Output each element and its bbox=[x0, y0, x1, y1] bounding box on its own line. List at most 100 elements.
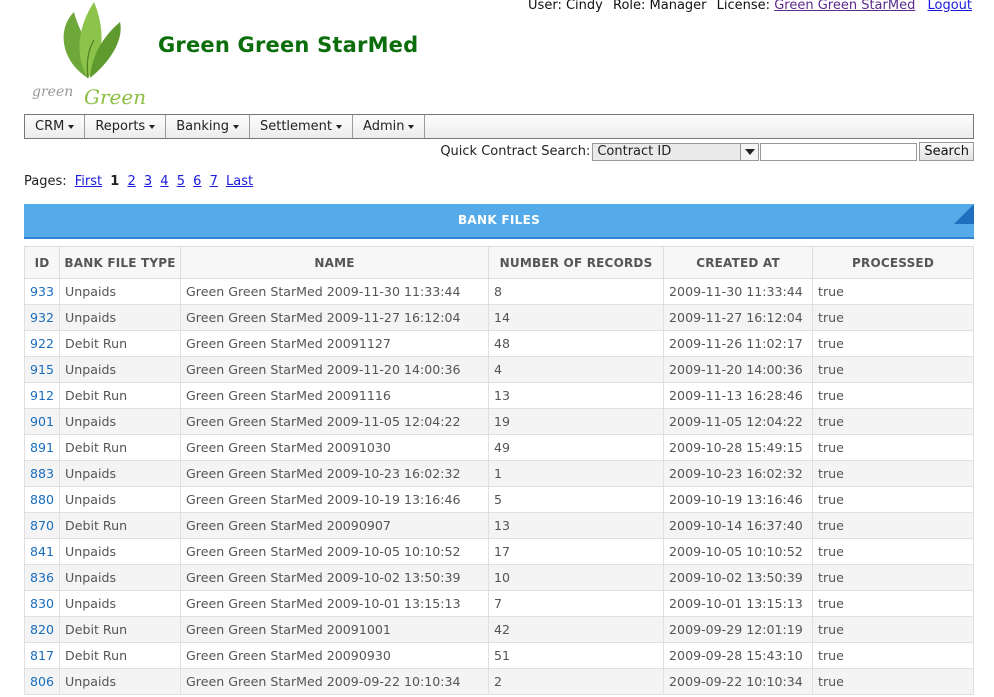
cell-name: Green Green StarMed 2009-11-20 14:00:36 bbox=[180, 356, 490, 383]
cell-name: Green Green StarMed 2009-10-23 16:02:32 bbox=[180, 460, 490, 487]
bank-file-id-link[interactable]: 891 bbox=[30, 440, 54, 455]
cell-created: 2009-11-30 11:33:44 bbox=[663, 278, 814, 305]
cell-type: Debit Run bbox=[59, 382, 182, 409]
menu-crm[interactable]: CRM bbox=[25, 115, 86, 138]
cell-created: 2009-11-27 16:12:04 bbox=[663, 304, 814, 331]
bank-file-id-link[interactable]: 830 bbox=[30, 596, 54, 611]
chevron-down-icon bbox=[408, 125, 415, 129]
cell-processed: true bbox=[812, 642, 974, 669]
cell-name: Green Green StarMed 20091030 bbox=[180, 434, 490, 461]
quick-search-input[interactable] bbox=[760, 142, 918, 161]
cell-type: Unpaids bbox=[59, 564, 182, 591]
cell-type: Unpaids bbox=[59, 538, 182, 565]
cell-created: 2009-10-28 15:49:15 bbox=[663, 434, 814, 461]
cell-created: 2009-10-19 13:16:46 bbox=[663, 486, 814, 513]
page-link[interactable]: 7 bbox=[210, 174, 218, 189]
cell-id: 820 bbox=[23, 616, 61, 643]
cell-records: 19 bbox=[488, 408, 665, 435]
cell-id: 806 bbox=[23, 668, 61, 695]
dropdown-arrow-icon[interactable] bbox=[740, 143, 759, 160]
bank-file-id-link[interactable]: 912 bbox=[30, 388, 54, 403]
page-link[interactable]: 2 bbox=[127, 174, 135, 189]
page-link[interactable]: 5 bbox=[177, 174, 185, 189]
cell-type: Unpaids bbox=[59, 408, 182, 435]
column-header-id[interactable]: ID bbox=[23, 246, 61, 279]
cell-records: 10 bbox=[488, 564, 665, 591]
table-header-row: ID BANK FILE TYPE NAME NUMBER OF RECORDS… bbox=[23, 246, 974, 279]
page-link[interactable]: 3 bbox=[144, 174, 152, 189]
bank-file-id-link[interactable]: 901 bbox=[30, 414, 54, 429]
cell-records: 7 bbox=[488, 590, 665, 617]
license-link[interactable]: Green Green StarMed bbox=[774, 0, 915, 13]
bank-file-id-link[interactable]: 806 bbox=[30, 674, 54, 689]
menu-reports-label: Reports bbox=[95, 119, 146, 134]
menu-admin[interactable]: Admin bbox=[353, 115, 426, 138]
page-first[interactable]: First bbox=[75, 174, 102, 189]
cell-name: Green Green StarMed 2009-09-22 10:10:34 bbox=[180, 668, 490, 695]
cell-created: 2009-11-05 12:04:22 bbox=[663, 408, 814, 435]
logout-link[interactable]: Logout bbox=[927, 0, 972, 13]
column-header-processed[interactable]: PROCESSED bbox=[812, 246, 974, 279]
role-label: Role: bbox=[613, 0, 646, 13]
bank-file-id-link[interactable]: 932 bbox=[30, 310, 54, 325]
bank-file-id-link[interactable]: 933 bbox=[30, 284, 54, 299]
table-row: 830 Unpaids Green Green StarMed 2009-10-01… bbox=[23, 590, 974, 617]
cell-id: 836 bbox=[23, 564, 61, 591]
column-header-created[interactable]: CREATED AT bbox=[663, 246, 814, 279]
cell-records: 14 bbox=[488, 304, 665, 331]
table-row: 841 Unpaids Green Green StarMed 2009-10-05… bbox=[23, 538, 974, 565]
cell-id: 830 bbox=[23, 590, 61, 617]
cell-type: Debit Run bbox=[59, 434, 182, 461]
cell-type: Unpaids bbox=[59, 460, 182, 487]
cell-id: 933 bbox=[23, 278, 61, 305]
cell-name: Green Green StarMed 2009-10-01 13:15:13 bbox=[180, 590, 490, 617]
cell-name: Green Green StarMed 2009-10-19 13:16:46 bbox=[180, 486, 490, 513]
table-row: 836 Unpaids Green Green StarMed 2009-10-02… bbox=[23, 564, 974, 591]
cell-created: 2009-09-22 10:10:34 bbox=[663, 668, 814, 695]
cell-id: 817 bbox=[23, 642, 61, 669]
bank-file-id-link[interactable]: 915 bbox=[30, 362, 54, 377]
cell-type: Unpaids bbox=[59, 356, 182, 383]
cell-id: 901 bbox=[23, 408, 61, 435]
cell-type: Unpaids bbox=[59, 590, 182, 617]
user-name: Cindy bbox=[565, 0, 603, 13]
page-link[interactable]: 4 bbox=[160, 174, 168, 189]
table-row: 933 Unpaids Green Green StarMed 2009-11-30… bbox=[23, 278, 974, 305]
cell-created: 2009-10-02 13:50:39 bbox=[663, 564, 814, 591]
cell-records: 8 bbox=[488, 278, 665, 305]
svg-text:green: green bbox=[32, 84, 73, 100]
table-row: 806 Unpaids Green Green StarMed 2009-09-22… bbox=[23, 668, 974, 695]
column-header-records[interactable]: NUMBER OF RECORDS bbox=[488, 246, 665, 279]
column-header-name[interactable]: NAME bbox=[180, 246, 490, 279]
bank-file-id-link[interactable]: 883 bbox=[30, 466, 54, 481]
cell-created: 2009-10-01 13:15:13 bbox=[663, 590, 814, 617]
page-link[interactable]: 6 bbox=[193, 174, 201, 189]
cell-type: Unpaids bbox=[59, 304, 182, 331]
bank-file-id-link[interactable]: 836 bbox=[30, 570, 54, 585]
company-logo: green Green bbox=[26, 0, 150, 110]
quick-search-label: Quick Contract Search: bbox=[440, 144, 591, 159]
table-row: 915 Unpaids Green Green StarMed 2009-11-20… bbox=[23, 356, 974, 383]
menu-banking[interactable]: Banking bbox=[166, 115, 250, 138]
bank-file-id-link[interactable]: 922 bbox=[30, 336, 54, 351]
menu-banking-label: Banking bbox=[176, 119, 229, 134]
bank-file-id-link[interactable]: 817 bbox=[30, 648, 54, 663]
column-header-type[interactable]: BANK FILE TYPE bbox=[59, 246, 182, 279]
search-button[interactable]: Search bbox=[919, 142, 974, 161]
cell-records: 48 bbox=[488, 330, 665, 357]
cell-created: 2009-10-14 16:37:40 bbox=[663, 512, 814, 539]
cell-id: 883 bbox=[23, 460, 61, 487]
bank-file-id-link[interactable]: 820 bbox=[30, 622, 54, 637]
page-last[interactable]: Last bbox=[226, 174, 253, 189]
role-name: Manager bbox=[649, 0, 707, 13]
bank-file-id-link[interactable]: 880 bbox=[30, 492, 54, 507]
cell-created: 2009-11-20 14:00:36 bbox=[663, 356, 814, 383]
menu-reports[interactable]: Reports bbox=[85, 115, 167, 138]
search-field-select[interactable]: Contract ID bbox=[592, 142, 760, 161]
cell-records: 51 bbox=[488, 642, 665, 669]
bank-file-id-link[interactable]: 841 bbox=[30, 544, 54, 559]
bank-file-id-link[interactable]: 870 bbox=[30, 518, 54, 533]
cell-id: 912 bbox=[23, 382, 61, 409]
menu-settlement[interactable]: Settlement bbox=[250, 115, 354, 138]
cell-type: Debit Run bbox=[59, 512, 182, 539]
